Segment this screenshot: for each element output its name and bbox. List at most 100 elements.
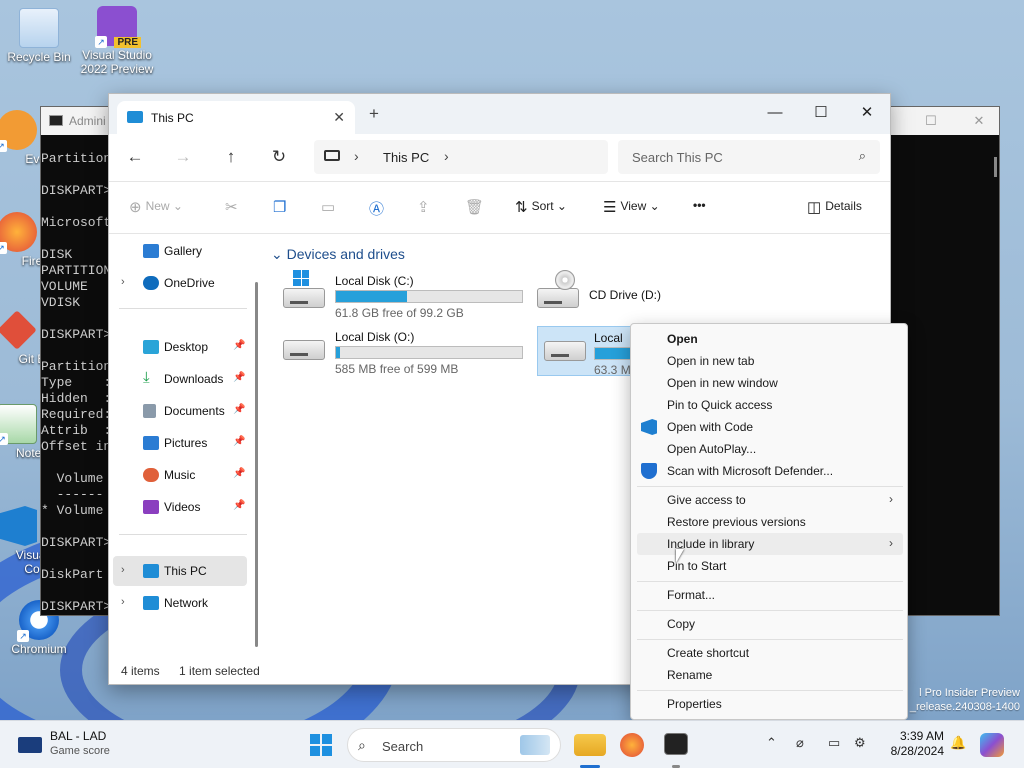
sidebar-item-music[interactable]: Music 📌 bbox=[109, 460, 249, 490]
chevron-right-icon[interactable]: › bbox=[121, 596, 125, 608]
drive-selected[interactable]: Local D 63.3 M bbox=[537, 326, 633, 376]
chevron-right-icon[interactable]: › bbox=[444, 148, 449, 164]
command-bar: ⊕ New ⌄ ✂ ❐ ▭ Ⓐ ⇪ 🗑 ⇅ Sort ⌄ ☰ View ⌄ ••• ◫… bbox=[109, 182, 890, 234]
copy-button[interactable]: ❐ bbox=[273, 198, 290, 216]
sidebar-item-documents[interactable]: Documents 📌 bbox=[109, 396, 249, 426]
vscode-icon bbox=[641, 419, 657, 435]
copilot-icon[interactable] bbox=[980, 733, 1004, 757]
maximize-button[interactable]: ☐ bbox=[798, 100, 844, 126]
close-tab-icon[interactable]: ✕ bbox=[333, 109, 345, 126]
sidebar-item-network[interactable]: › Network bbox=[109, 588, 249, 618]
chevron-right-icon: › bbox=[889, 492, 893, 506]
sidebar-item-desktop[interactable]: Desktop 📌 bbox=[109, 332, 249, 362]
sort-icon: ⇅ bbox=[515, 199, 528, 216]
more-options-button[interactable]: ••• bbox=[693, 198, 706, 212]
accessibility-icon[interactable]: ⚙ bbox=[854, 735, 866, 751]
menu-item-open-new-window[interactable]: Open in new window bbox=[637, 372, 903, 394]
sidebar-item-downloads[interactable]: ⤓ Downloads 📌 bbox=[109, 364, 249, 394]
desktop-icon-visual-studio[interactable]: PRE ↗ Visual Studio 2022 Preview bbox=[78, 6, 156, 76]
firefox-taskbar-icon[interactable] bbox=[620, 733, 644, 757]
menu-label: Restore previous versions bbox=[667, 515, 806, 529]
widgets-button[interactable]: BAL - LAD Game score bbox=[18, 729, 158, 763]
details-button[interactable]: ◫ Details bbox=[807, 198, 862, 216]
paste-button[interactable]: ▭ bbox=[321, 198, 339, 216]
sidebar-item-this-pc[interactable]: › This PC bbox=[113, 556, 247, 586]
pin-icon: 📌 bbox=[233, 468, 246, 479]
chevron-up-icon[interactable]: ⌃ bbox=[766, 735, 777, 751]
search-box[interactable]: Search This PC ⌕ bbox=[618, 140, 880, 174]
taskbar-search[interactable]: ⌕ Search bbox=[347, 728, 561, 762]
menu-label: Open in new tab bbox=[667, 354, 755, 368]
notification-bell-icon[interactable]: 🔔 bbox=[950, 735, 966, 751]
breadcrumb-this-pc[interactable]: This PC bbox=[383, 150, 429, 165]
sidebar-item-label: Network bbox=[164, 596, 209, 610]
sidebar-item-gallery[interactable]: Gallery bbox=[109, 236, 249, 266]
terminal-taskbar-icon[interactable] bbox=[664, 733, 688, 755]
network-offline-icon[interactable]: ⌀ bbox=[796, 735, 804, 751]
close-button[interactable]: ✕ bbox=[844, 100, 890, 126]
desktop-icon-recycle-bin[interactable]: Recycle Bin bbox=[0, 8, 78, 64]
cmd-scrollbar[interactable] bbox=[994, 157, 997, 177]
drive-free-space: 63.3 M bbox=[594, 363, 631, 376]
menu-item-create-shortcut[interactable]: Create shortcut bbox=[637, 642, 903, 664]
menu-item-copy[interactable]: Copy bbox=[637, 613, 903, 635]
up-button[interactable]: ↑ bbox=[219, 147, 243, 167]
chevron-right-icon[interactable]: › bbox=[121, 564, 125, 576]
sidebar-item-pictures[interactable]: Pictures 📌 bbox=[109, 428, 249, 458]
sidebar-item-label: Pictures bbox=[164, 436, 208, 450]
document-icon bbox=[143, 404, 156, 418]
drive-d[interactable]: CD Drive (D:) bbox=[527, 270, 767, 320]
visual-studio-icon: PRE ↗ bbox=[95, 6, 141, 48]
refresh-button[interactable]: ↻ bbox=[267, 147, 291, 167]
chevron-right-icon[interactable]: › bbox=[121, 276, 125, 288]
sidebar-scrollbar[interactable] bbox=[255, 282, 258, 647]
menu-item-give-access[interactable]: Give access to › bbox=[637, 489, 903, 511]
group-header-devices[interactable]: ⌄ Devices and drives bbox=[271, 246, 405, 263]
menu-item-open-with-code[interactable]: Open with Code bbox=[637, 416, 903, 438]
file-explorer-taskbar-icon[interactable] bbox=[574, 734, 606, 756]
new-tab-button[interactable]: + bbox=[369, 104, 379, 124]
new-button[interactable]: ⊕ New ⌄ bbox=[129, 198, 183, 216]
view-button[interactable]: ☰ View ⌄ bbox=[603, 198, 660, 216]
minimize-button[interactable]: — bbox=[752, 100, 798, 126]
download-icon: ⤓ bbox=[143, 369, 150, 386]
menu-item-open-new-tab[interactable]: Open in new tab bbox=[637, 350, 903, 372]
menu-separator bbox=[637, 581, 903, 582]
chevron-right-icon[interactable]: › bbox=[354, 148, 359, 164]
context-menu[interactable]: Open Open in new tab Open in new window … bbox=[630, 323, 908, 720]
tab-bar: This PC ✕ + — ☐ ✕ bbox=[109, 94, 890, 134]
cmd-close-button[interactable]: ✕ bbox=[959, 111, 999, 131]
menu-item-format[interactable]: Format... bbox=[637, 584, 903, 606]
start-button[interactable] bbox=[305, 729, 337, 761]
menu-item-restore-versions[interactable]: Restore previous versions bbox=[637, 511, 903, 533]
display-icon[interactable]: ▭ bbox=[828, 735, 840, 751]
shield-icon bbox=[641, 463, 657, 479]
forward-button[interactable]: → bbox=[171, 147, 195, 167]
drive-c[interactable]: Local Disk (C:) 61.8 GB free of 99.2 GB bbox=[273, 270, 523, 320]
sort-button[interactable]: ⇅ Sort ⌄ bbox=[515, 198, 567, 216]
tab-this-pc[interactable]: This PC ✕ bbox=[117, 101, 355, 134]
menu-item-scan-defender[interactable]: Scan with Microsoft Defender... bbox=[637, 460, 903, 482]
drive-o[interactable]: Local Disk (O:) 585 MB free of 599 MB bbox=[273, 326, 523, 376]
menu-item-rename[interactable]: Rename bbox=[637, 664, 903, 686]
cut-button[interactable]: ✂ bbox=[225, 198, 242, 216]
sidebar-item-videos[interactable]: Videos 📌 bbox=[109, 492, 249, 522]
cmd-maximize-button[interactable]: ☐ bbox=[911, 111, 951, 131]
pin-icon: 📌 bbox=[233, 340, 246, 351]
pin-icon: 📌 bbox=[233, 404, 246, 415]
rename-button[interactable]: Ⓐ bbox=[369, 198, 388, 219]
delete-button[interactable]: 🗑 bbox=[465, 198, 488, 216]
menu-separator bbox=[637, 486, 903, 487]
menu-item-open-autoplay[interactable]: Open AutoPlay... bbox=[637, 438, 903, 460]
back-button[interactable]: ← bbox=[123, 147, 147, 167]
menu-item-open[interactable]: Open bbox=[637, 328, 903, 350]
clock[interactable]: 3:39 AM 8/28/2024 bbox=[884, 729, 944, 759]
menu-item-pin-quick-access[interactable]: Pin to Quick access bbox=[637, 394, 903, 416]
address-bar[interactable]: › This PC › bbox=[314, 140, 608, 174]
drive-name: Local Disk (C:) bbox=[335, 274, 414, 288]
sidebar-item-onedrive[interactable]: › OneDrive bbox=[109, 268, 249, 298]
share-button[interactable]: ⇪ bbox=[417, 198, 434, 216]
menu-item-properties[interactable]: Properties bbox=[637, 693, 903, 715]
new-label: New bbox=[145, 199, 170, 213]
search-icon: ⌕ bbox=[858, 148, 866, 163]
